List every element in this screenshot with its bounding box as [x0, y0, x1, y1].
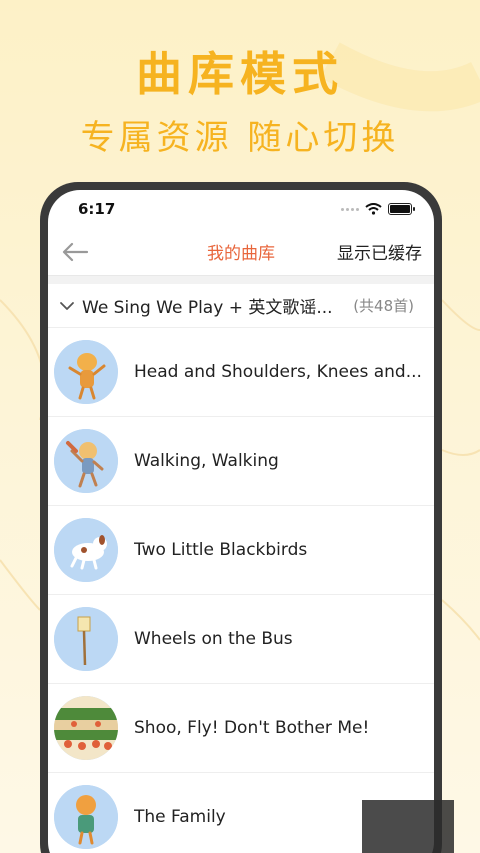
song-title: Two Little Blackbirds — [134, 540, 308, 560]
song-thumbnail — [54, 785, 118, 849]
song-item[interactable]: Wheels on the Bus — [48, 595, 434, 684]
song-thumbnail — [54, 340, 118, 404]
nav-bar: 我的曲库 显示已缓存 — [48, 228, 434, 276]
promo-subtitle: 专属资源 随心切换 — [80, 118, 400, 158]
song-item[interactable]: Head and Shoulders, Knees and... — [48, 328, 434, 417]
corner-overlay — [362, 800, 454, 853]
section-divider — [48, 276, 434, 284]
status-icons — [341, 203, 415, 215]
show-cached-button[interactable]: 显示已缓存 — [337, 239, 422, 264]
status-time: 6:17 — [78, 200, 116, 218]
phone-frame: 6:17 我的曲库 显示已缓存 We Sing We Play + 英文歌谣..… — [40, 182, 442, 853]
wifi-icon — [365, 203, 382, 215]
song-item[interactable]: Walking, Walking — [48, 417, 434, 506]
chevron-down-icon — [60, 301, 74, 310]
status-bar: 6:17 — [48, 190, 434, 228]
song-thumbnail — [54, 696, 118, 760]
song-thumbnail — [54, 607, 118, 671]
song-item[interactable]: Two Little Blackbirds — [48, 506, 434, 595]
album-name: We Sing We Play + 英文歌谣... — [82, 298, 333, 318]
song-title: Walking, Walking — [134, 451, 279, 471]
song-thumbnail — [54, 518, 118, 582]
song-title: Wheels on the Bus — [134, 629, 293, 649]
album-count: (共48首) — [353, 297, 414, 315]
song-item[interactable]: Shoo, Fly! Don't Bother Me! — [48, 684, 434, 773]
battery-icon — [388, 203, 415, 215]
song-thumbnail — [54, 429, 118, 493]
song-title: Shoo, Fly! Don't Bother Me! — [134, 718, 370, 738]
song-title: Head and Shoulders, Knees and... — [134, 362, 422, 382]
phone-screen: 6:17 我的曲库 显示已缓存 We Sing We Play + 英文歌谣..… — [48, 190, 434, 853]
album-header[interactable]: We Sing We Play + 英文歌谣... (共48首) — [48, 284, 434, 328]
promo-title: 曲库模式 — [136, 47, 344, 101]
signal-dots-icon — [341, 207, 359, 211]
